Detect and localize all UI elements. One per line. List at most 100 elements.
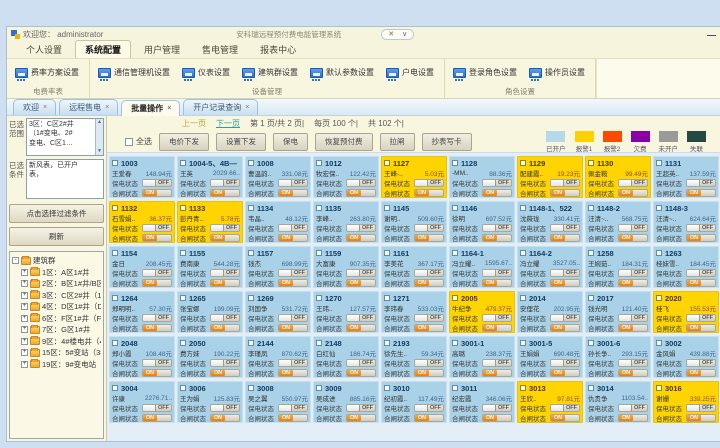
room-checkbox[interactable] (656, 160, 662, 166)
tree-item-8[interactable]: +15区：5#变站（3#… (12, 347, 101, 359)
power-keep-toggle[interactable]: OFF (414, 404, 444, 412)
room-checkbox[interactable] (588, 205, 594, 211)
room-checkbox[interactable] (180, 205, 186, 211)
room-card[interactable]: 1154 金日 208.45元 保电状态 OFF 合闸状态 ON (109, 246, 175, 288)
switch-state-toggle[interactable]: ON (482, 324, 512, 332)
room-card[interactable]: 1265 张宝娜 199.09元 保电状态 OFF 合闸状态 ON (177, 291, 243, 333)
room-checkbox[interactable] (248, 295, 254, 301)
power-keep-toggle[interactable]: OFF (550, 179, 580, 187)
power-keep-toggle[interactable]: OFF (414, 314, 444, 322)
tab-close-icon[interactable]: × (43, 104, 47, 111)
room-card[interactable]: 1164-2 冯立耀 3527.05.. 保电状态 OFF 合闸状态 ON (517, 246, 583, 288)
expand-icon[interactable]: + (21, 292, 28, 299)
room-card[interactable]: 1148-1、522 沈薇珑 330.41元 保电状态 OFF 合闸状态 ON (517, 201, 583, 243)
power-keep-toggle[interactable]: OFF (142, 404, 172, 412)
room-card[interactable]: 2050 费方妹 190.22元 保电状态 OFF 合闸状态 ON (177, 336, 243, 378)
switch-state-toggle[interactable]: ON (142, 369, 172, 377)
restore-prepaid-button[interactable]: 恢复预付费 (315, 133, 373, 151)
room-card[interactable]: 3001-5 王娟娟 690.48元 保电状态 OFF 合闸状态 ON (517, 336, 583, 378)
power-keep-toggle[interactable]: OFF (686, 224, 716, 232)
room-checkbox[interactable] (112, 340, 118, 346)
switch-state-toggle[interactable]: ON (414, 324, 444, 332)
expand-icon[interactable]: + (21, 326, 28, 333)
room-card[interactable]: 3008 吴之翼 550.97元 保电状态 OFF 合闸状态 ON (245, 381, 311, 423)
room-card[interactable]: 1161 李美花 367.17元 保电状态 OFF 合闸状态 ON (381, 246, 447, 288)
switch-state-toggle[interactable]: ON (618, 324, 648, 332)
room-card[interactable]: 1008 曹温韵.. 331.08元 保电状态 OFF 合闸状态 ON (245, 156, 311, 198)
room-card[interactable]: 1157 钱杰 698.99元 保电状态 OFF 合闸状态 ON (245, 246, 311, 288)
switch-state-toggle[interactable]: ON (142, 324, 172, 332)
room-card[interactable]: 1130 佩金鞍 99.49元 保电状态 OFF 合闸状态 ON (585, 156, 651, 198)
room-card[interactable]: 3006 王为娟 125.83元 保电状态 OFF 合闸状态 ON (177, 381, 243, 423)
room-checkbox[interactable] (112, 295, 118, 301)
ribbon-button-3-2[interactable]: 操作员设置 (529, 64, 585, 78)
power-keep-toggle[interactable]: OFF (482, 359, 512, 367)
switch-state-toggle[interactable]: ON (686, 414, 716, 422)
room-checkbox[interactable] (452, 295, 458, 301)
power-keep-toggle[interactable]: OFF (550, 224, 580, 232)
power-keep-toggle[interactable]: OFF (618, 269, 648, 277)
power-keep-toggle[interactable]: OFF (210, 224, 240, 232)
expand-icon[interactable]: + (21, 269, 28, 276)
room-checkbox[interactable] (248, 205, 254, 211)
switch-state-toggle[interactable]: ON (210, 369, 240, 377)
expand-icon[interactable]: + (21, 315, 28, 322)
expand-icon[interactable]: + (21, 280, 28, 287)
room-card[interactable]: 2017 钱光明 121.40元 保电状态 OFF 合闸状态 ON (585, 291, 651, 333)
chevron-down-icon[interactable]: ∨ (402, 31, 407, 38)
room-card[interactable]: 1003 王爱春 148.94元 保电状态 OFF 合闸状态 ON (109, 156, 175, 198)
room-checkbox[interactable] (384, 340, 390, 346)
power-keep-toggle[interactable]: OFF (414, 179, 444, 187)
switch-state-toggle[interactable]: ON (414, 279, 444, 287)
room-card[interactable]: 2148 白红仙 186.74元 保电状态 OFF 合闸状态 ON (313, 336, 379, 378)
room-card[interactable]: 2193 徐先生.. 59.34元 保电状态 OFF 合闸状态 ON (381, 336, 447, 378)
room-checkbox[interactable] (588, 385, 594, 391)
room-card[interactable]: 1148-2 汪清~.. 568.75元 保电状态 OFF 合闸状态 ON (585, 201, 651, 243)
power-keep-toggle[interactable]: OFF (278, 179, 308, 187)
switch-state-toggle[interactable]: ON (482, 414, 512, 422)
room-card[interactable]: 1129 配建霞.. 19.23元 保电状态 OFF 合闸状态 ON (517, 156, 583, 198)
room-card[interactable]: 1148-3 汪清~.. 624.64元 保电状态 OFF 合闸状态 ON (653, 201, 719, 243)
tab-2[interactable]: 远程售电× (59, 99, 118, 115)
room-checkbox[interactable] (112, 250, 118, 256)
tab-close-icon[interactable]: × (245, 104, 249, 111)
room-card[interactable]: 1134 韦晶.. 48.12元 保电状态 OFF 合闸状态 ON (245, 201, 311, 243)
close-icon[interactable]: ✕ (388, 31, 394, 38)
room-card[interactable]: 2048 郑小霞 108.48元 保电状态 OFF 合闸状态 ON (109, 336, 175, 378)
room-checkbox[interactable] (588, 340, 594, 346)
switch-state-toggle[interactable]: ON (278, 324, 308, 332)
room-checkbox[interactable] (180, 160, 186, 166)
switch-state-toggle[interactable]: ON (686, 279, 716, 287)
power-keep-toggle[interactable]: OFF (210, 404, 240, 412)
room-checkbox[interactable] (452, 160, 458, 166)
menu-item-5[interactable]: 报表中心 (251, 41, 305, 58)
room-card[interactable]: 3011 纪宏霞 346.06元 保电状态 OFF 合闸状态 ON (449, 381, 515, 423)
power-keep-toggle[interactable]: OFF (278, 359, 308, 367)
ribbon-button-3-1[interactable]: 登录角色设置 (453, 64, 517, 78)
power-keep-toggle[interactable]: OFF (346, 179, 376, 187)
room-checkbox[interactable] (384, 385, 390, 391)
room-card[interactable]: 2020 桂飞 155.53元 保电状态 OFF 合闸状态 ON (653, 291, 719, 333)
room-card[interactable]: 1135 李峰.. 263.80元 保电状态 OFF 合闸状态 ON (313, 201, 379, 243)
switch-state-toggle[interactable]: ON (550, 279, 580, 287)
room-checkbox[interactable] (248, 250, 254, 256)
power-keep-toggle[interactable]: OFF (142, 359, 172, 367)
room-checkbox[interactable] (520, 340, 526, 346)
power-keep-toggle[interactable]: OFF (142, 224, 172, 232)
power-keep-toggle[interactable]: OFF (482, 269, 512, 277)
tree-root[interactable]: -建筑群 (12, 255, 101, 267)
room-card[interactable]: 1131 王超英.. 137.59元 保电状态 OFF 合闸状态 ON (653, 156, 719, 198)
room-checkbox[interactable] (316, 160, 322, 166)
room-card[interactable]: 1269 刘国争 531.72元 保电状态 OFF 合闸状态 ON (245, 291, 311, 333)
switch-state-toggle[interactable]: ON (346, 279, 376, 287)
room-checkbox[interactable] (248, 160, 254, 166)
switch-state-toggle[interactable]: ON (686, 189, 716, 197)
switch-state-toggle[interactable]: ON (278, 414, 308, 422)
power-keep-toggle[interactable]: OFF (414, 224, 444, 232)
power-keep-toggle[interactable]: OFF (550, 314, 580, 322)
room-card[interactable]: 1146 徐明 697.52元 保电状态 OFF 合闸状态 ON (449, 201, 515, 243)
switch-state-toggle[interactable]: ON (482, 369, 512, 377)
room-card[interactable]: 1270 王玮.. 127.57元 保电状态 OFF 合闸状态 ON (313, 291, 379, 333)
room-checkbox[interactable] (384, 250, 390, 256)
room-checkbox[interactable] (112, 160, 118, 166)
